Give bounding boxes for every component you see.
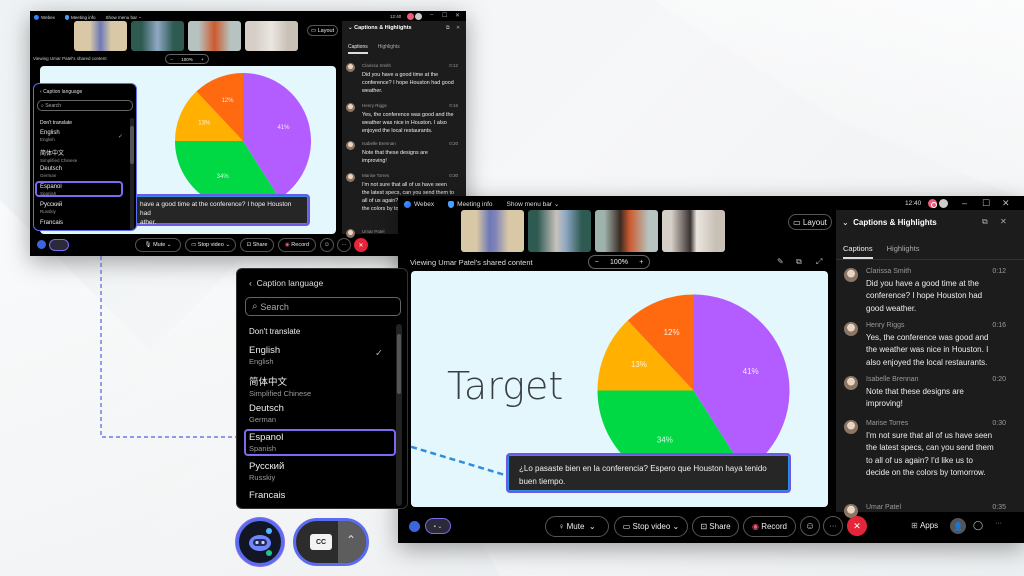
scrollbar[interactable] [396, 324, 402, 506]
language-option[interactable]: English English [249, 345, 280, 366]
chevron-up-icon: ⌃ [346, 533, 357, 547]
cc-options-button[interactable]: ⌃ [338, 521, 366, 563]
language-subtitle: English [249, 357, 274, 366]
closed-captions-control: CC ⌃ [293, 518, 369, 566]
back-chevron-icon: ‹ [249, 278, 257, 288]
connector-line-right [391, 439, 506, 477]
language-subtitle: German [249, 415, 277, 424]
connector-line-left [100, 256, 236, 438]
caption-language-header[interactable]: ‹ Caption language [249, 278, 323, 288]
language-name: Francais [249, 490, 286, 501]
scrollbar-thumb[interactable] [397, 334, 401, 394]
language-subtitle: Simplified Chinese [249, 389, 312, 398]
language-option[interactable]: 简体中文 Simplified Chinese [249, 374, 311, 398]
menu-title: Caption language [256, 278, 324, 288]
language-name: 简体中文 [249, 377, 288, 388]
search-icon: ⌕ [252, 301, 261, 312]
robot-icon [249, 528, 272, 556]
language-search-input[interactable]: ⌕ Search [245, 297, 401, 316]
ai-assistant-button[interactable] [236, 518, 284, 566]
search-placeholder: Search [260, 301, 289, 312]
language-option[interactable]: Espanol Spanish [249, 432, 283, 453]
language-subtitle: Russkiy [249, 473, 276, 482]
caption-language-menu: ‹ Caption language ⌕ Search Don't transl… [236, 268, 408, 509]
language-name: Русский [249, 461, 285, 472]
dont-translate-option[interactable]: Don't translate [249, 327, 300, 336]
cc-icon: CC [315, 538, 327, 546]
language-name: Deutsch [249, 403, 284, 414]
language-option[interactable]: Русский Russkiy [249, 461, 284, 482]
language-name: English [249, 345, 281, 356]
language-option[interactable]: Francais [249, 490, 285, 502]
language-subtitle: Spanish [249, 444, 277, 453]
cc-button[interactable]: CC [310, 534, 332, 550]
checkmark-icon: ✓ [375, 348, 383, 359]
language-option[interactable]: Deutsch German [249, 403, 284, 424]
connector-lines [100, 256, 506, 477]
language-name: Espanol [249, 432, 284, 443]
